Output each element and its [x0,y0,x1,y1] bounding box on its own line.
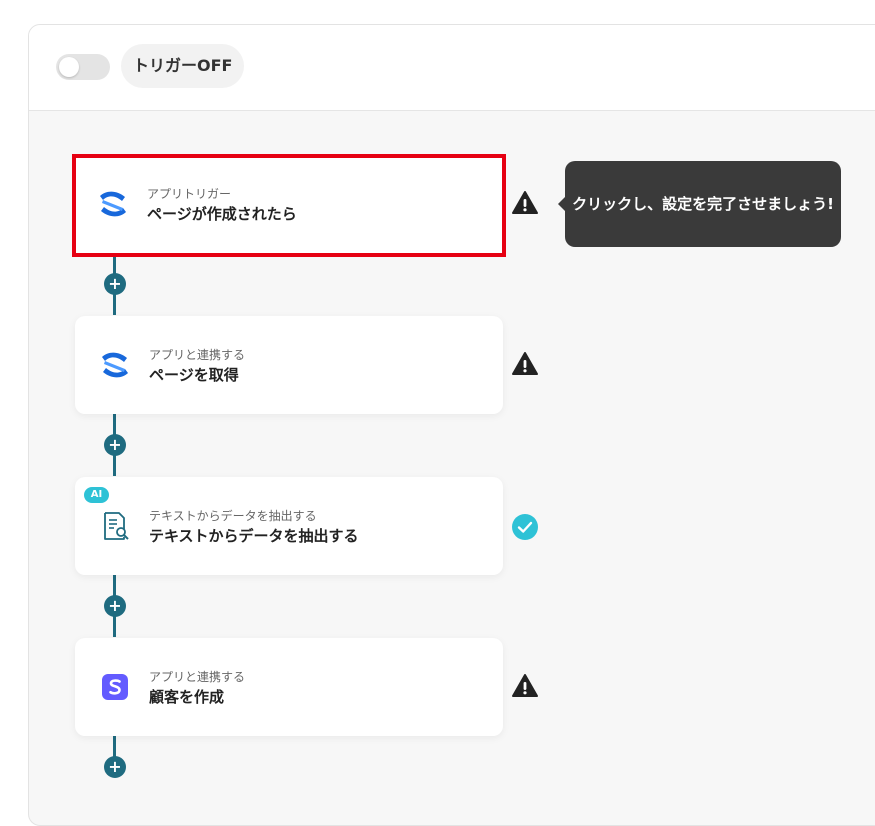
warning-icon [512,191,538,214]
stripe-icon [102,674,128,700]
step-type-label: アプリと連携する [149,670,246,684]
step-title: テキストからデータを抽出する [149,527,359,545]
step-card-get-page[interactable]: アプリと連携する ページを取得 [75,316,503,414]
setup-hint-tooltip: クリックし、設定を完了させましょう! [558,161,841,247]
toggle-knob [59,57,79,77]
step-type-label: アプリトリガー [147,187,232,201]
add-step-button[interactable]: + [104,273,126,295]
step-card-create-customer[interactable]: アプリと連携する 顧客を作成 [75,638,503,736]
ai-badge: AI [84,487,109,503]
tooltip-arrow [558,197,565,211]
tooltip-text: クリックし、設定を完了させましょう! [572,195,834,213]
add-step-button[interactable]: + [104,434,126,456]
step-title: ページを取得 [149,366,239,384]
step-card-extract-data[interactable]: テキストからデータを抽出する テキストからデータを抽出する [75,477,503,575]
confluence-icon [102,352,128,378]
step-card-trigger[interactable]: アプリトリガー ページが作成されたら [72,154,506,257]
document-search-icon [104,512,129,540]
add-step-button[interactable]: + [104,595,126,617]
confluence-icon [100,191,126,217]
warning-icon [512,352,538,375]
add-step-button[interactable]: + [104,756,126,778]
step-title: 顧客を作成 [149,688,225,706]
flow-header: トリガーOFF [29,25,875,111]
warning-icon [512,674,538,697]
step-type-label: テキストからデータを抽出する [149,509,317,523]
step-title: ページが作成されたら [147,205,297,223]
step-type-label: アプリと連携する [149,348,246,362]
trigger-status-label: トリガーOFF [121,44,245,88]
trigger-toggle[interactable] [56,54,110,80]
check-circle-icon [512,514,538,540]
